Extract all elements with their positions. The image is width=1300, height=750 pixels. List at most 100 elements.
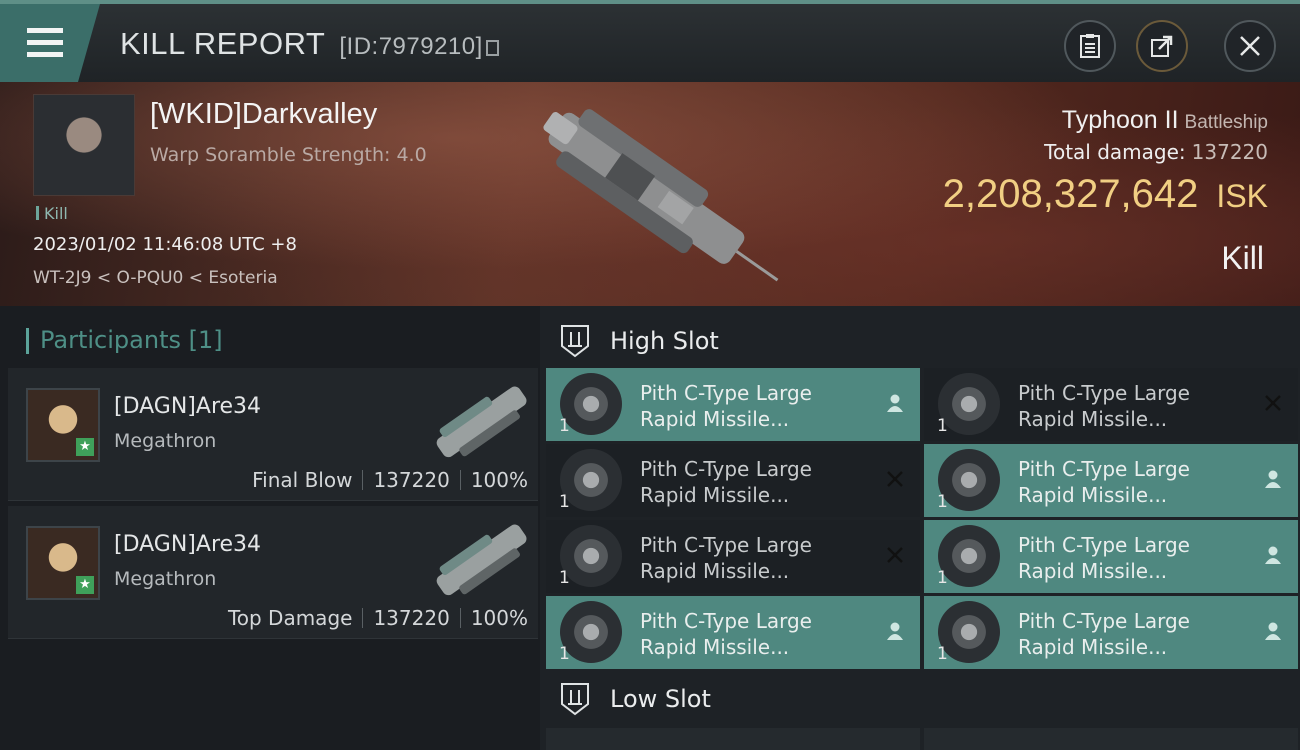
participant-name[interactable]: [DAGN]Are34 [114,394,261,419]
module-name-line2: Rapid Missile... [1018,483,1168,507]
module-tile[interactable]: 1 Pith C-Type Large Rapid Missile... [924,368,1298,441]
module-qty: 1 [559,492,570,512]
copy-icon[interactable] [485,40,499,56]
module-name: Pith C-Type Large Rapid Missile... [1018,456,1190,508]
module-name-line1: Pith C-Type Large [640,609,812,633]
module-name-line1: Pith C-Type Large [1018,609,1190,633]
star-icon: ★ [76,576,94,594]
share-button[interactable] [1136,20,1188,72]
fitting-panel: High Slot 1 Pith C-Type Large Rapid Missil… [540,306,1300,750]
divider [362,608,364,628]
module-tile[interactable]: 1 Pith C-Type Large Rapid Missile... [924,520,1298,593]
star-icon: ★ [76,438,94,456]
participant-stats: Top Damage 137220 100% [228,606,528,630]
victim-ship-image[interactable] [515,102,785,282]
low-slot-label: Low Slot [610,685,711,713]
module-qty: 1 [937,492,948,512]
module-name-line1: Pith C-Type Large [640,457,812,481]
module-name-line1: Pith C-Type Large [640,533,812,557]
participant-percent: 100% [470,468,528,492]
ship-class: Battleship [1184,112,1268,133]
slot-icon [561,683,589,716]
victim-detail: Warp Soramble Strength: 4.0 [150,144,427,166]
damage-value: 137220 [1191,140,1268,164]
module-qty: 1 [559,568,570,588]
kill-datetime: 2023/01/02 11:46:08 UTC +8 [33,234,297,255]
menu-icon-bar [27,28,63,33]
divider [459,608,461,628]
participant-ship: Megathron [114,568,217,590]
cross-icon [887,547,903,563]
module-name: Pith C-Type Large Rapid Missile... [1018,608,1190,660]
participant-name[interactable]: [DAGN]Are34 [114,532,261,557]
module-qty: 1 [937,416,948,436]
victim-name[interactable]: [WKID]Darkvalley [150,98,377,131]
high-slot-label: High Slot [610,327,719,355]
divider [459,470,461,490]
window-title: KILL REPORT [ID:7979210] [120,26,499,62]
victim-ship[interactable]: Typhoon II Battleship [1062,106,1268,135]
slot-icon [561,325,589,358]
person-icon [1265,470,1281,488]
participants-header: Participants [1] [26,326,223,354]
module-tile[interactable]: 1 Pith C-Type Large Rapid Missile... [924,444,1298,517]
victim-banner: [WKID]Darkvalley Warp Soramble Strength:… [0,82,1300,306]
module-qty: 1 [937,568,948,588]
module-qty: 1 [937,644,948,664]
kill-tag: Kill [36,204,68,223]
clipboard-icon [1080,34,1100,58]
menu-icon-bar [27,40,63,45]
participant-role: Final Blow [252,468,353,492]
module-name-line1: Pith C-Type Large [1018,533,1190,557]
module-tile[interactable]: 1 Pith C-Type Large Rapid Missile... [546,596,920,669]
participant-ship-image[interactable] [426,376,536,466]
participant-damage: 137220 [373,606,450,630]
participant-percent: 100% [470,606,528,630]
module-qty: 1 [559,416,570,436]
low-slot-item[interactable] [924,728,1298,750]
damage-label: Total damage: [1044,140,1186,164]
title-bar: KILL REPORT [ID:7979210] [0,0,1300,82]
isk-unit: ISK [1216,178,1268,214]
cross-icon [887,471,903,487]
participant-card[interactable]: ★ [DAGN]Are34 Megathron Final Blow 137220… [8,368,538,501]
participants-panel: Participants [1] ★ [DAGN]Are34 Megathron… [0,306,540,750]
person-icon [1265,546,1281,564]
ship-name: Typhoon II [1061,106,1179,134]
person-icon [1265,622,1281,640]
participants-header-text: Participants [1] [40,326,223,354]
close-button[interactable] [1224,20,1276,72]
menu-button[interactable] [0,4,100,82]
module-qty: 1 [559,644,570,664]
module-name-line2: Rapid Missile... [1018,407,1168,431]
title-text: KILL REPORT [120,26,326,61]
module-name: Pith C-Type Large Rapid Missile... [1018,532,1190,584]
isk-amount: 2,208,327,642 [942,172,1199,216]
person-icon [887,622,903,640]
module-name: Pith C-Type Large Rapid Missile... [640,608,812,660]
clipboard-button[interactable] [1064,20,1116,72]
module-tile[interactable]: 1 Pith C-Type Large Rapid Missile... [546,444,920,517]
participant-ship: Megathron [114,430,217,452]
kill-location[interactable]: WT-2J9 < O-PQU0 < Esoteria [33,268,278,288]
participant-ship-image[interactable] [426,514,536,604]
module-name: Pith C-Type Large Rapid Missile... [640,532,812,584]
close-icon [1240,36,1260,56]
module-tile[interactable]: 1 Pith C-Type Large Rapid Missile... [546,520,920,593]
module-name-line2: Rapid Missile... [1018,559,1168,583]
module-name: Pith C-Type Large Rapid Missile... [1018,380,1190,432]
participant-card[interactable]: ★ [DAGN]Are34 Megathron Top Damage 137220… [8,506,538,639]
menu-icon-bar [27,52,63,57]
participant-role: Top Damage [227,606,353,630]
cross-icon [1265,395,1281,411]
share-icon [1151,35,1173,57]
isk-value: 2,208,327,642 ISK [943,172,1268,217]
person-icon [887,394,903,412]
victim-portrait[interactable] [33,94,135,196]
total-damage: Total damage: 137220 [1044,140,1268,164]
low-slot-item[interactable] [546,728,920,750]
module-tile[interactable]: 1 Pith C-Type Large Rapid Missile... [546,368,920,441]
module-tile[interactable]: 1 Pith C-Type Large Rapid Missile... [924,596,1298,669]
module-name: Pith C-Type Large Rapid Missile... [640,456,812,508]
module-name-line2: Rapid Missile... [640,559,790,583]
